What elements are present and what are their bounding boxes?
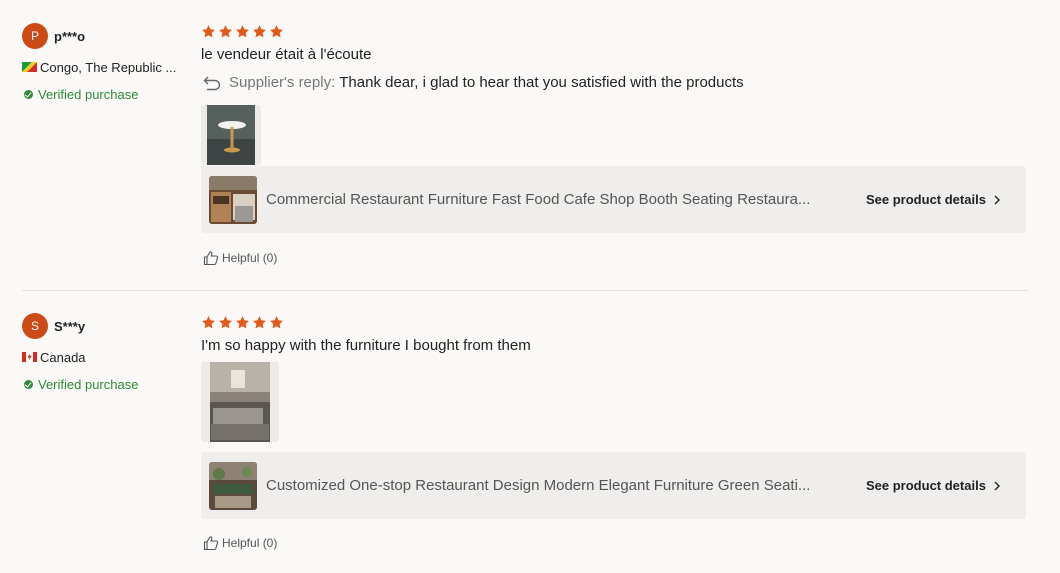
supplier-reply: Supplier's reply: Thank dear, i glad to … <box>201 74 1026 92</box>
helpful-button[interactable]: Helpful (0) <box>203 250 277 266</box>
product-card[interactable]: Customized One-stop Restaurant Design Mo… <box>201 452 1026 519</box>
star-rating <box>201 315 1026 330</box>
reviewer-name: S***y <box>54 318 86 334</box>
reviewer-info: S S***y Canada Verified purchase <box>22 313 197 392</box>
see-product-details-link[interactable]: See product details <box>866 478 1001 493</box>
product-card[interactable]: Commercial Restaurant Furniture Fast Foo… <box>201 166 1026 233</box>
helpful-label[interactable]: Helpful (0) <box>222 251 277 265</box>
reviewer-country: Canada <box>40 349 86 365</box>
reply-label: Supplier's reply: <box>229 74 336 91</box>
star-icon <box>218 24 235 39</box>
star-icon <box>218 315 235 330</box>
product-thumbnail[interactable] <box>209 175 257 224</box>
thumbs-up-icon <box>203 251 219 266</box>
review-text: I'm so happy with the furniture I bought… <box>201 337 531 354</box>
helpful-label[interactable]: Helpful (0) <box>222 536 277 550</box>
see-details-label[interactable]: See product details <box>866 478 986 493</box>
star-icon <box>269 24 286 39</box>
avatar: S <box>22 313 48 339</box>
review-item: S S***y Canada Verified purchase I'm so … <box>0 291 1060 573</box>
star-rating <box>201 24 1026 39</box>
star-icon <box>235 315 252 330</box>
helpful-button[interactable]: Helpful (0) <box>203 535 277 551</box>
product-thumbnail[interactable] <box>209 461 257 510</box>
star-icon <box>269 315 286 330</box>
star-icon <box>252 315 269 330</box>
chevron-right-icon <box>994 195 1000 204</box>
review-text: le vendeur était à l'écoute <box>201 46 372 63</box>
star-icon <box>252 24 269 39</box>
verified-check-icon <box>24 379 33 389</box>
see-product-details-link[interactable]: See product details <box>866 192 1001 207</box>
reviewer-name: p***o <box>54 28 86 44</box>
see-details-label[interactable]: See product details <box>866 192 986 207</box>
product-title[interactable]: Customized One-stop Restaurant Design Mo… <box>266 477 852 494</box>
star-icon <box>201 24 218 39</box>
canada-flag-icon <box>22 352 37 362</box>
reply-text: Thank dear, i glad to hear that you sati… <box>339 74 744 91</box>
review-item: P p***o Congo, The Republic ... Verified… <box>0 0 1060 291</box>
avatar: P <box>22 23 48 49</box>
reply-arrow-icon <box>203 76 221 91</box>
congo-flag-icon <box>22 62 37 72</box>
review-content: I'm so happy with the furniture I bought… <box>201 315 1026 355</box>
review-content: le vendeur était à l'écoute Supplier's r… <box>201 24 1026 92</box>
review-photo[interactable] <box>201 105 261 165</box>
chevron-right-icon <box>994 481 1000 490</box>
product-title[interactable]: Commercial Restaurant Furniture Fast Foo… <box>266 191 852 208</box>
thumbs-up-icon <box>203 536 219 551</box>
verified-check-icon <box>24 89 33 99</box>
reviewer-info: P p***o Congo, The Republic ... Verified… <box>22 23 197 102</box>
verified-purchase-label: Verified purchase <box>38 86 139 102</box>
verified-purchase-label: Verified purchase <box>38 376 139 392</box>
star-icon <box>201 315 218 330</box>
review-photo[interactable] <box>201 362 279 442</box>
star-icon <box>235 24 252 39</box>
reviewer-country: Congo, The Republic ... <box>40 59 177 75</box>
